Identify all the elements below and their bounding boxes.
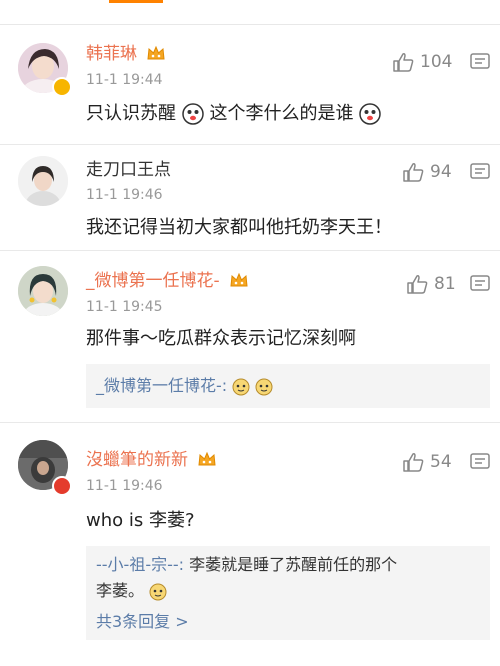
reply-line: 李萎。 [96,580,167,602]
reply-text: 李萎就是睡了苏醒前任的那个 [184,555,398,574]
avatar[interactable] [18,156,68,206]
avatar[interactable] [18,266,68,316]
emoji-icon [149,583,167,600]
verified-badge-icon [52,476,72,496]
comment-text: 只认识苏醒 这个李什么的是谁 [86,101,381,127]
crown-badge-icon [230,272,248,287]
comment-author[interactable]: 韩菲琳 [86,43,166,65]
reply-line: --小-祖-宗--: 李萎就是睡了苏醒前任的那个 [96,554,397,576]
comment-item: 韩菲琳 11-1 19:44 只认识苏醒 这个李什么的是谁 104 [0,25,500,145]
like-count: 81 [434,274,456,294]
crown-badge-icon [198,451,216,466]
like-button[interactable]: 94 [402,161,452,183]
comment-text: 我还记得当初大家都叫他托奶李天王！ [86,217,392,238]
comment-time: 11-1 19:44 [86,72,163,88]
thumbs-up-icon [407,275,428,294]
comment-text-part: 这个李什么的是谁 [209,103,354,124]
thumbs-up-icon [393,53,414,72]
comment-time: 11-1 19:46 [86,478,163,494]
like-button[interactable]: 54 [402,451,452,473]
view-more-replies-link[interactable]: 共3条回复 > [96,608,189,632]
reply-author[interactable]: _微博第一任博花-: [96,376,227,395]
more-icon[interactable] [469,51,491,71]
comment-text: 那件事～吃瓜群众表示记忆深刻啊 [86,328,356,349]
reply-author[interactable]: --小-祖-宗--: [96,555,184,574]
like-button[interactable]: 104 [392,51,452,73]
active-tab-indicator [109,0,163,3]
comment-text: who is 李萎? [86,510,195,531]
thumbs-up-icon [403,163,424,182]
emoji-icon [255,378,273,395]
author-name[interactable]: 沒蠟筆的新新 [86,450,188,470]
author-name[interactable]: 韩菲琳 [86,44,137,64]
more-icon[interactable] [469,451,491,471]
avatar-image [18,266,68,316]
thumbs-up-icon [403,453,424,472]
comment-author[interactable]: 沒蠟筆的新新 [86,449,217,471]
reply-box[interactable]: _微博第一任博花-: [86,364,490,408]
top-tab-bar [0,0,500,25]
comment-author[interactable]: _微博第一任博花- [86,270,249,292]
comment-time: 11-1 19:46 [86,187,163,203]
more-icon[interactable] [469,161,491,181]
more-icon[interactable] [469,273,491,293]
emoji-icon [181,103,204,125]
emoji-icon [232,378,250,395]
reply-line: _微博第一任博花-: [96,375,273,397]
avatar-image [18,156,68,206]
crown-badge-icon [147,45,165,60]
like-count: 94 [430,162,452,182]
author-name[interactable]: _微博第一任博花- [86,271,220,291]
verified-badge-icon [52,77,72,97]
emoji-icon [359,103,381,125]
like-count: 54 [430,452,452,472]
author-name[interactable]: 走刀口王点 [86,160,171,180]
like-button[interactable]: 81 [406,273,456,295]
comment-item: _微博第一任博花- 11-1 19:45 那件事～吃瓜群众表示记忆深刻啊 81 … [0,250,500,423]
like-count: 104 [420,52,453,72]
reply-box[interactable]: --小-祖-宗--: 李萎就是睡了苏醒前任的那个 李萎。 共3条回复 > [86,546,490,640]
comment-item: 沒蠟筆的新新 11-1 19:46 who is 李萎? 54 --小-祖-宗-… [0,422,500,666]
comment-author[interactable]: 走刀口王点 [86,159,171,181]
comment-time: 11-1 19:45 [86,299,163,315]
comment-text-part: 只认识苏醒 [86,103,176,124]
reply-text: 李萎。 [96,581,145,600]
comment-item: 走刀口王点 11-1 19:46 我还记得当初大家都叫他托奶李天王！ 94 [0,144,500,251]
